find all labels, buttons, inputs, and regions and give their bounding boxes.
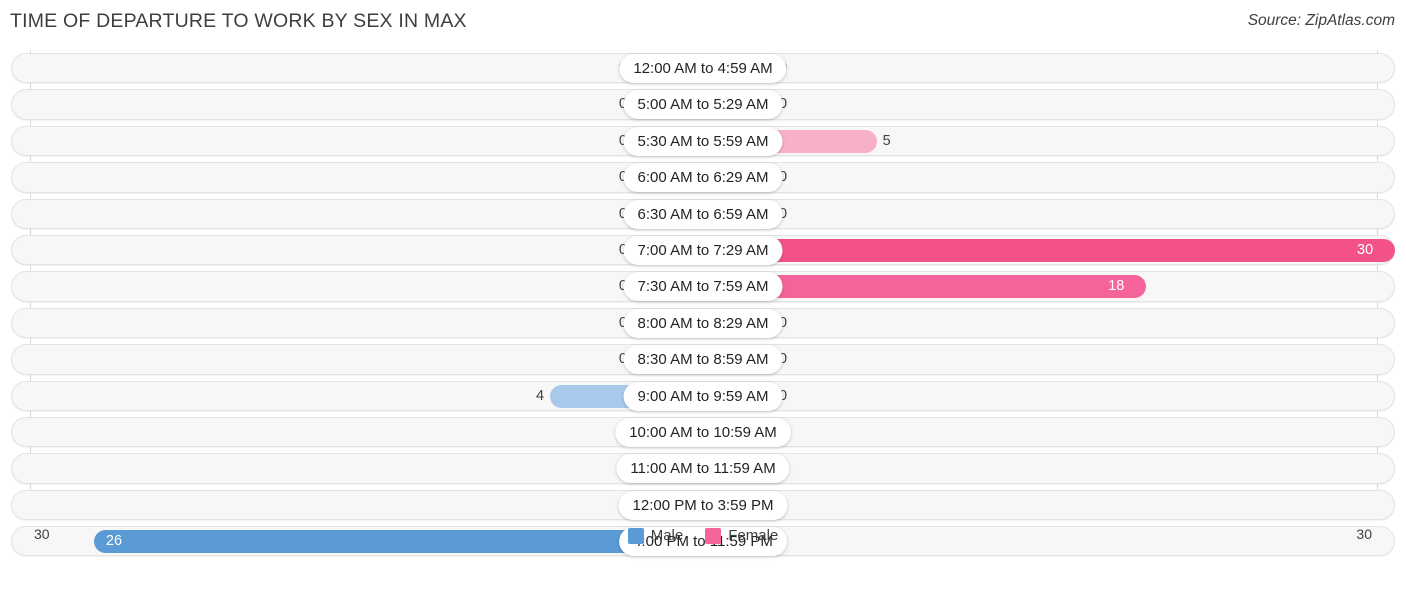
bar-row: 0012:00 AM to 4:59 AM [0,50,1406,86]
bar-row: 008:00 AM to 8:29 AM [0,305,1406,341]
bar-rows: 0012:00 AM to 4:59 AM005:00 AM to 5:29 A… [0,50,1406,559]
legend-item-male[interactable]: Male [627,527,684,544]
chart-header: TIME OF DEPARTURE TO WORK BY SEX IN MAX … [0,0,1406,46]
legend-label-male: Male [650,527,684,544]
bar-female[interactable] [703,238,1395,262]
chart-legend: Male Female [0,527,1406,544]
category-label: 11:00 AM to 11:59 AM [616,454,790,484]
legend-swatch-female-icon [705,527,722,544]
source-attribution: Source: ZipAtlas.com [1247,12,1395,29]
chart-plot-area: 0012:00 AM to 4:59 AM005:00 AM to 5:29 A… [0,50,1406,557]
category-label: 10:00 AM to 10:59 AM [615,417,791,447]
bar-row: 008:30 AM to 8:59 AM [0,341,1406,377]
bar-row: 006:00 AM to 6:29 AM [0,159,1406,195]
bar-row: 0307:00 AM to 7:29 AM [0,232,1406,268]
category-label: 9:00 AM to 9:59 AM [623,381,783,411]
chart-page: TIME OF DEPARTURE TO WORK BY SEX IN MAX … [0,0,1406,595]
bar-row: 006:30 AM to 6:59 AM [0,196,1406,232]
value-label-female: 18 [1108,278,1125,295]
category-label: 12:00 PM to 3:59 PM [618,490,788,520]
bar-row: 055:30 AM to 5:59 AM [0,123,1406,159]
value-label-female: 30 [1357,241,1374,258]
category-label: 6:00 AM to 6:29 AM [623,163,783,193]
bar-row: 0187:30 AM to 7:59 AM [0,268,1406,304]
category-label: 6:30 AM to 6:59 AM [623,199,783,229]
legend-item-female[interactable]: Female [705,527,778,544]
category-label: 12:00 AM to 4:59 AM [619,54,787,83]
category-label: 5:30 AM to 5:59 AM [623,126,783,156]
bar-row: 0011:00 AM to 11:59 AM [0,450,1406,486]
legend-label-female: Female [728,527,779,544]
bar-row: 0012:00 PM to 3:59 PM [0,487,1406,523]
category-label: 7:30 AM to 7:59 AM [623,272,783,302]
value-label-male: 4 [536,387,545,404]
category-label: 8:00 AM to 8:29 AM [623,308,783,338]
bar-row: 005:00 AM to 5:29 AM [0,86,1406,122]
category-label: 8:30 AM to 8:59 AM [623,345,783,375]
category-label: 7:00 AM to 7:29 AM [623,235,783,265]
bar-row: 4 0 9:00 AM to 9:59 AM [0,378,1406,414]
page-title: TIME OF DEPARTURE TO WORK BY SEX IN MAX [10,10,467,32]
value-label-female: 5 [882,132,891,149]
bar-row: 0010:00 AM to 10:59 AM [0,414,1406,450]
category-label: 5:00 AM to 5:29 AM [623,90,783,120]
legend-swatch-male-icon [627,527,644,544]
